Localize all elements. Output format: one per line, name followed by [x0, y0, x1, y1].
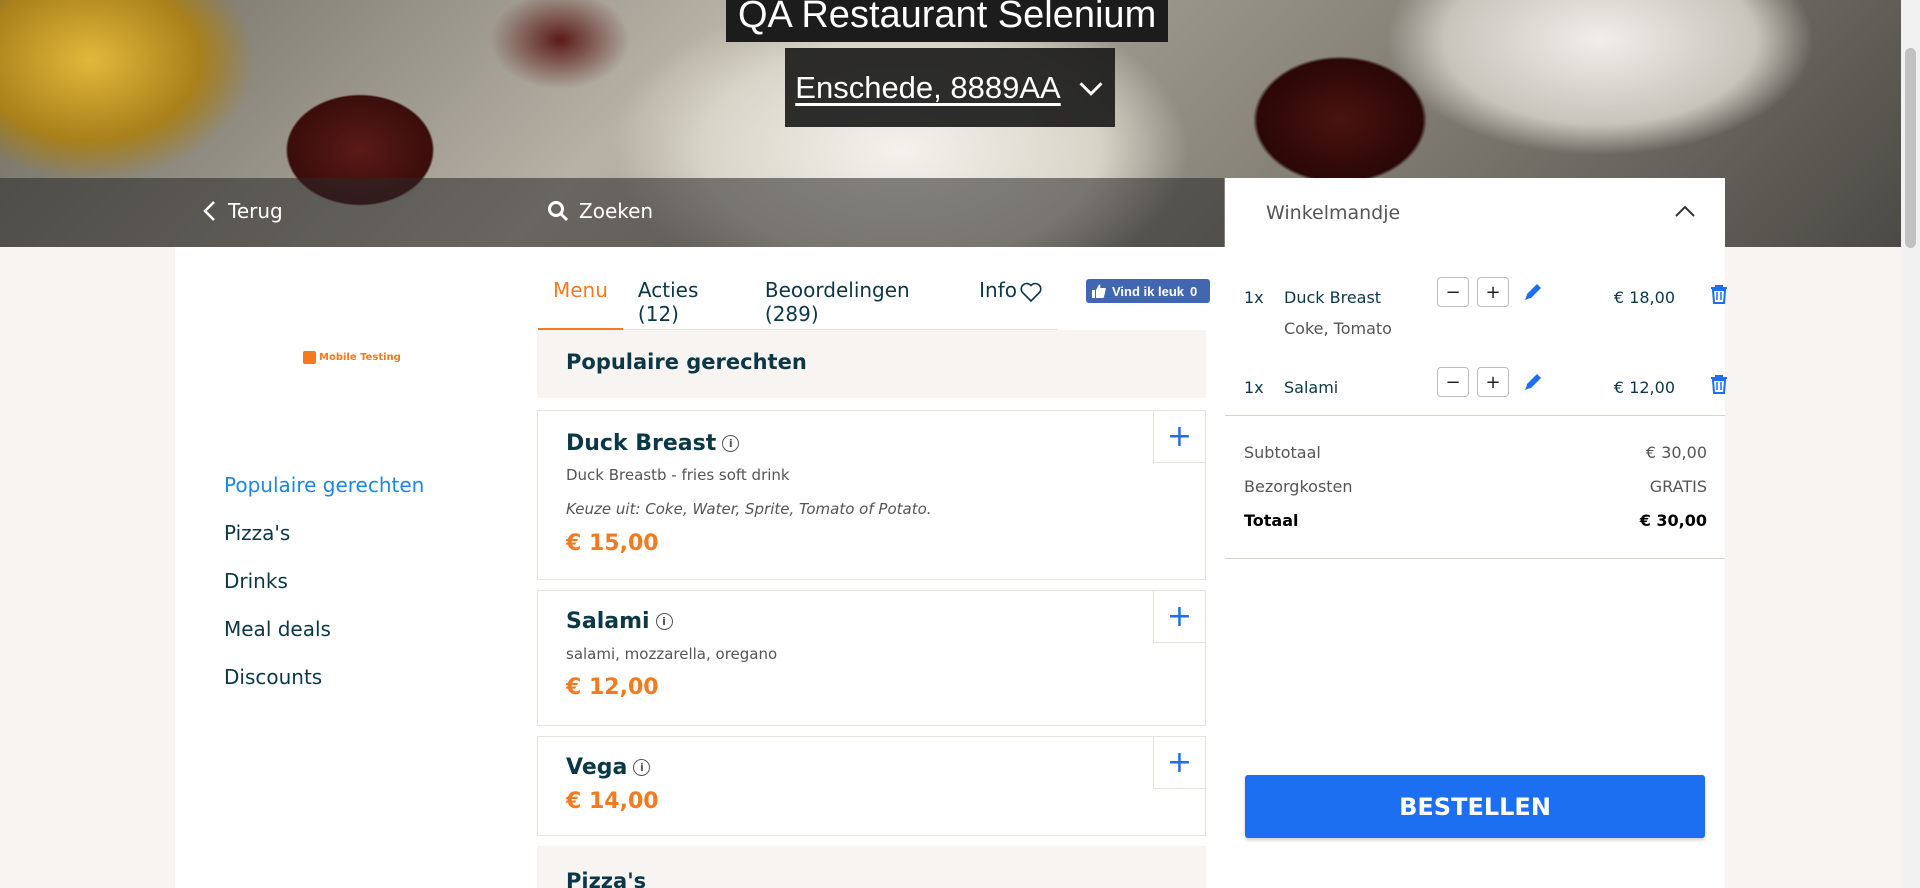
page-scrollbar[interactable]: [1901, 0, 1920, 888]
like-label: Vind ik leuk: [1112, 283, 1185, 299]
search-label: Zoeken: [579, 199, 654, 223]
product-name-row: Duck Breast i: [566, 431, 740, 456]
pencil-icon[interactable]: [1522, 281, 1544, 303]
basket-item-extras: Coke, Tomato: [1284, 319, 1392, 338]
category-pizzas[interactable]: Pizza's: [224, 518, 424, 566]
location-selector[interactable]: Enschede, 8889AA: [785, 48, 1115, 127]
section-pizzas-heading: Pizza's: [537, 846, 1206, 888]
logo-icon: [303, 351, 316, 364]
total-row: Totaal € 30,00: [1244, 511, 1707, 545]
like-count-plain: 0: [1190, 283, 1198, 299]
product-name: Salami: [566, 609, 650, 634]
restaurant-logo: Mobile Testing: [303, 351, 401, 364]
tab-reviews[interactable]: Beoordelingen (289): [750, 270, 964, 330]
product-price: € 15,00: [566, 531, 659, 556]
divider: [1225, 415, 1725, 416]
total-value: € 30,00: [1639, 511, 1707, 530]
basket-item-name: Salami: [1284, 378, 1339, 397]
product-choice: Keuze uit: Coke, Water, Sprite, Tomato o…: [566, 500, 932, 518]
logo-text: Mobile Testing: [319, 352, 401, 363]
search-icon: [548, 201, 569, 222]
basket-item-name: Duck Breast: [1284, 288, 1382, 307]
info-icon[interactable]: i: [655, 613, 673, 630]
basket-header[interactable]: Winkelmandje: [1225, 178, 1725, 247]
category-nav: Populaire gerechten Pizza's Drinks Meal …: [224, 470, 424, 710]
category-popular[interactable]: Populaire gerechten: [224, 470, 424, 518]
basket-item-price: € 12,00: [1613, 378, 1675, 397]
product-card[interactable]: Vega i € 14,00 +: [537, 736, 1206, 836]
basket-item-price: € 18,00: [1613, 288, 1675, 307]
product-name-row: Salami i: [566, 609, 673, 634]
decrease-quantity-button[interactable]: −: [1437, 367, 1469, 397]
plus-icon: +: [1166, 419, 1193, 454]
plus-icon: +: [1166, 745, 1193, 780]
restaurant-name: QA Restaurant Selenium: [726, 0, 1169, 42]
delivery-value: GRATIS: [1649, 477, 1707, 496]
basket-panel: Winkelmandje 1x Duck Breast Coke, Tomato…: [1225, 178, 1727, 888]
product-name-row: Vega i: [566, 755, 651, 780]
subtotal-value: € 30,00: [1645, 443, 1707, 462]
subtotal-row: Subtotaal € 30,00: [1244, 443, 1707, 477]
product-description: salami, mozzarella, oregano: [566, 645, 778, 663]
trash-icon[interactable]: [1708, 373, 1730, 395]
chevron-up-icon[interactable]: [1673, 200, 1697, 224]
delivery-row: Bezorgkosten GRATIS: [1244, 477, 1707, 511]
add-to-basket-button[interactable]: +: [1153, 737, 1205, 789]
product-price: € 12,00: [566, 675, 659, 700]
order-button[interactable]: BESTELLEN: [1245, 775, 1705, 838]
info-icon[interactable]: i: [633, 759, 651, 776]
decrease-quantity-button[interactable]: −: [1437, 277, 1469, 307]
search-link[interactable]: Zoeken: [547, 199, 653, 223]
facebook-like-button[interactable]: Vind ik leuk 0 0: [1086, 279, 1210, 303]
product-name: Vega: [566, 755, 628, 780]
basket-item-qty: 1x: [1244, 378, 1264, 397]
heart-icon[interactable]: [1019, 280, 1043, 304]
category-discounts[interactable]: Discounts: [224, 662, 424, 710]
pencil-icon[interactable]: [1522, 371, 1544, 393]
product-price: € 14,00: [566, 789, 659, 814]
category-meal-deals[interactable]: Meal deals: [224, 614, 424, 662]
total-label: Totaal: [1244, 511, 1299, 530]
add-to-basket-button[interactable]: +: [1153, 411, 1205, 463]
tab-info[interactable]: Info: [964, 270, 1058, 330]
product-card[interactable]: Duck Breast i Duck Breastb - fries soft …: [537, 410, 1206, 580]
product-description: Duck Breastb - fries soft drink: [566, 466, 790, 484]
delivery-label: Bezorgkosten: [1244, 477, 1353, 496]
section-popular-heading: Populaire gerechten: [537, 330, 1206, 398]
basket-totals: Subtotaal € 30,00 Bezorgkosten GRATIS To…: [1244, 443, 1707, 545]
back-label: Terug: [228, 199, 283, 223]
back-link[interactable]: Terug: [202, 199, 283, 223]
category-drinks[interactable]: Drinks: [224, 566, 424, 614]
chevron-down-icon: [1079, 81, 1103, 96]
increase-quantity-button[interactable]: +: [1477, 277, 1509, 307]
product-name: Duck Breast: [566, 431, 717, 456]
tab-menu[interactable]: Menu: [538, 270, 623, 331]
add-to-basket-button[interactable]: +: [1153, 591, 1205, 643]
tab-info-label: Info: [979, 278, 1017, 302]
increase-quantity-button[interactable]: +: [1477, 367, 1509, 397]
restaurant-tabs: Menu Acties (12) Beoordelingen (289) Inf…: [538, 270, 1058, 331]
subtotal-label: Subtotaal: [1244, 443, 1321, 462]
thumbs-up-icon: [1092, 284, 1106, 298]
divider: [1225, 558, 1725, 559]
basket-item-qty: 1x: [1244, 288, 1264, 307]
product-card[interactable]: Salami i salami, mozzarella, oregano € 1…: [537, 590, 1206, 726]
trash-icon[interactable]: [1708, 283, 1730, 305]
basket-title: Winkelmandje: [1266, 201, 1401, 224]
chevron-left-icon: [203, 201, 215, 221]
location-text: Enschede, 8889AA: [795, 69, 1061, 105]
info-icon[interactable]: i: [722, 435, 740, 452]
scrollbar-thumb[interactable]: [1905, 48, 1916, 248]
tab-actions[interactable]: Acties (12): [623, 270, 750, 330]
plus-icon: +: [1166, 599, 1193, 634]
